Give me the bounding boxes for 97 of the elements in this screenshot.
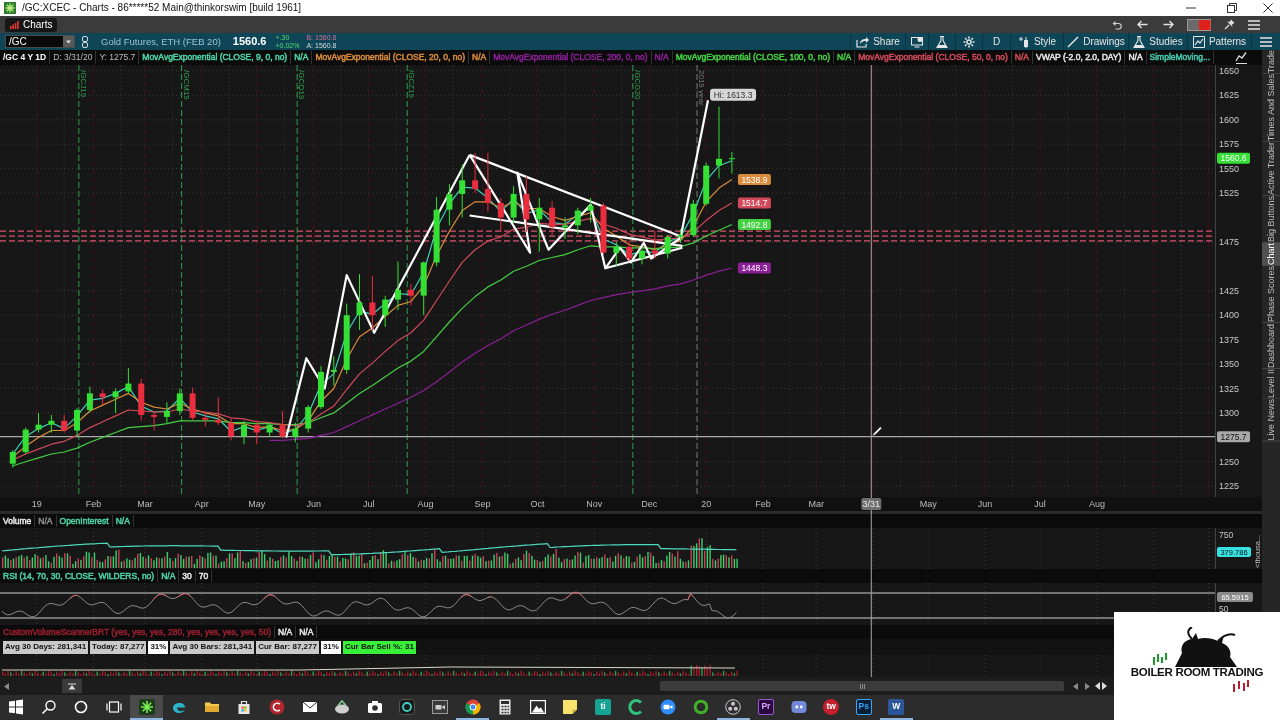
time-axis-label: Aug — [417, 499, 434, 509]
time-axis-label: Apr — [194, 499, 209, 509]
time-axis-label: 19 — [31, 499, 42, 509]
scanner-stat-label: Avg 30 Days: 281,341 — [3, 640, 89, 654]
price-axis-label: 1325 — [1219, 383, 1240, 394]
study-label: MovAvgExponential (CLOSE, 200, 0, no) — [490, 51, 652, 64]
price-axis-label: 1475 — [1219, 236, 1240, 247]
time-axis-label: Jul — [362, 499, 375, 509]
instrument-description: Gold Futures, ETH (FEB 20) — [101, 36, 221, 47]
scanner-stat-label: Cur Bar: 87,277 — [256, 640, 319, 654]
reference-line-label: 2019 year — [697, 70, 707, 106]
app-logo: W — [888, 698, 905, 715]
axis-label: 50 — [1219, 604, 1229, 614]
price-axis-label: 1375 — [1219, 334, 1240, 345]
time-axis-label: May — [919, 499, 937, 509]
scanner-stat-label: Cur Bar Sell %: 31 — [342, 640, 416, 654]
app-logo: tw — [823, 698, 840, 715]
data-label: 1448.3 — [741, 263, 768, 273]
time-axis-label: Aug — [1088, 499, 1105, 509]
chart-symbol-label: /GC 4 Y 1D — [0, 51, 51, 64]
reference-line-label: /GCJ19 — [78, 70, 88, 98]
time-axis-label: Feb — [85, 499, 102, 509]
legend-label: N/A — [296, 626, 318, 638]
study-value: N/A — [469, 51, 491, 64]
price-axis-label: 1425 — [1219, 285, 1240, 296]
legend-label: N/A — [35, 515, 57, 527]
legend-label: OpenInterest — [56, 515, 113, 527]
scanner-stat-label: 31% — [320, 640, 341, 654]
reference-line-label: /GCZ19 — [407, 70, 417, 98]
last-price: 1560.6 — [232, 36, 267, 47]
time-axis-label: Feb — [755, 499, 771, 509]
app-logo: Ps — [855, 698, 872, 715]
time-axis-label: Dec — [641, 499, 658, 509]
time-axis-label: Oct — [530, 499, 545, 509]
price-axis-label: 1300 — [1219, 407, 1240, 418]
data-label: 1514.7 — [741, 198, 768, 209]
price-axis-label: 1525 — [1219, 188, 1240, 198]
study-value: N/A — [834, 51, 856, 64]
legend-label: 30 — [179, 570, 196, 582]
study-value: N/A — [1125, 51, 1147, 64]
legend-label: CustomVolumeScannerBRT (yes, yes, yes, 280, yes, yes, yes, yes, 50) — [0, 626, 276, 638]
time-axis-label: Sep — [474, 499, 491, 509]
crosshair-price-badge: 1275.7 — [1217, 431, 1250, 443]
reference-line-label: /GCG20 — [632, 70, 642, 100]
legend-label: N/A — [275, 626, 297, 638]
scanner-stat-label: Avg 30 Bars: 281,341 — [170, 640, 255, 654]
legend-label: N/A — [112, 515, 134, 527]
study-value: N/A — [651, 51, 673, 64]
price-axis-label: 1600 — [1219, 114, 1240, 125]
price-axis-label: 1350 — [1219, 359, 1240, 370]
reference-line-label: /GCM19 — [181, 70, 191, 100]
time-axis-label: Mar — [137, 499, 153, 509]
study-value: N/A — [1011, 51, 1034, 64]
study-label: MovAvgExponential (CLOSE, 9, 0, no) — [139, 51, 292, 64]
price-axis-label: 1550 — [1219, 163, 1240, 174]
data-label: 1538.9 — [741, 174, 768, 185]
price-axis-label: 1250 — [1219, 456, 1240, 467]
price-badge: 1560.6 — [1217, 152, 1250, 164]
scanner-stat-label: Today: 87,277 — [90, 640, 147, 654]
axis-label: 750 — [1219, 530, 1234, 540]
price-axis-label: 1625 — [1219, 90, 1240, 101]
time-axis-label: May — [248, 499, 266, 509]
price-axis-label: 1650 — [1219, 65, 1240, 76]
value-badge: 1492.8 — [737, 219, 771, 230]
time-axis-label: Jun — [977, 499, 993, 509]
study-value: N/A — [291, 51, 313, 64]
app-logo: ti — [595, 698, 611, 715]
time-axis-label: 20 — [701, 499, 712, 509]
app-logo: Pr — [757, 698, 774, 715]
study-label: SimpleMoving... — [1146, 51, 1214, 64]
price-axis-label: 1400 — [1219, 310, 1240, 321]
cursor-date-label: 3/31 — [861, 498, 882, 510]
study-label: MovAvgExponential (CLOSE, 50, 0, no) — [855, 51, 1012, 64]
logo-text: BOILER ROOM TRADING — [1130, 667, 1264, 679]
time-axis-label: Mar — [808, 499, 825, 509]
legend-label: 70 — [195, 570, 213, 582]
reference-line-label: /GCQ19 — [297, 70, 307, 100]
time-axis-label: Nov — [586, 499, 603, 509]
value-badge: 1514.7 — [737, 197, 771, 209]
annotation: Hi: 1613.3 — [713, 89, 753, 100]
window-title: /GC:XCEC - Charts - 86*****52 Main@thinkorswim [build 1961] — [22, 3, 302, 13]
price-axis-label: 1225 — [1219, 481, 1240, 492]
price-axis-label: 1575 — [1219, 139, 1240, 150]
time-axis-label: Jun — [306, 499, 321, 509]
legend-label: RSI (14, 70, 30, CLOSE, WILDERS, no) — [0, 570, 159, 582]
study-label: MovAvgExponential (CLOSE, 20, 0, no) — [312, 51, 469, 64]
study-label: MovAvgExponential (CLOSE, 100, 0, no) — [672, 51, 835, 64]
cursor-price-label: Y: 1275.7 — [96, 51, 140, 64]
study-label: VWAP (-2.0, 2.0, DAY) — [1033, 51, 1126, 64]
value-badge: 1448.3 — [737, 262, 771, 274]
legend-label: N/A — [158, 570, 180, 582]
value-badge: 1538.9 — [737, 174, 771, 185]
time-axis-label: Jul — [1034, 499, 1046, 509]
legend-label: Volume — [0, 515, 36, 527]
cursor-date-label: D: 3/31/20 — [50, 51, 97, 64]
data-label: 1492.8 — [741, 219, 768, 230]
scanner-stat-label: 31% — [148, 640, 169, 654]
